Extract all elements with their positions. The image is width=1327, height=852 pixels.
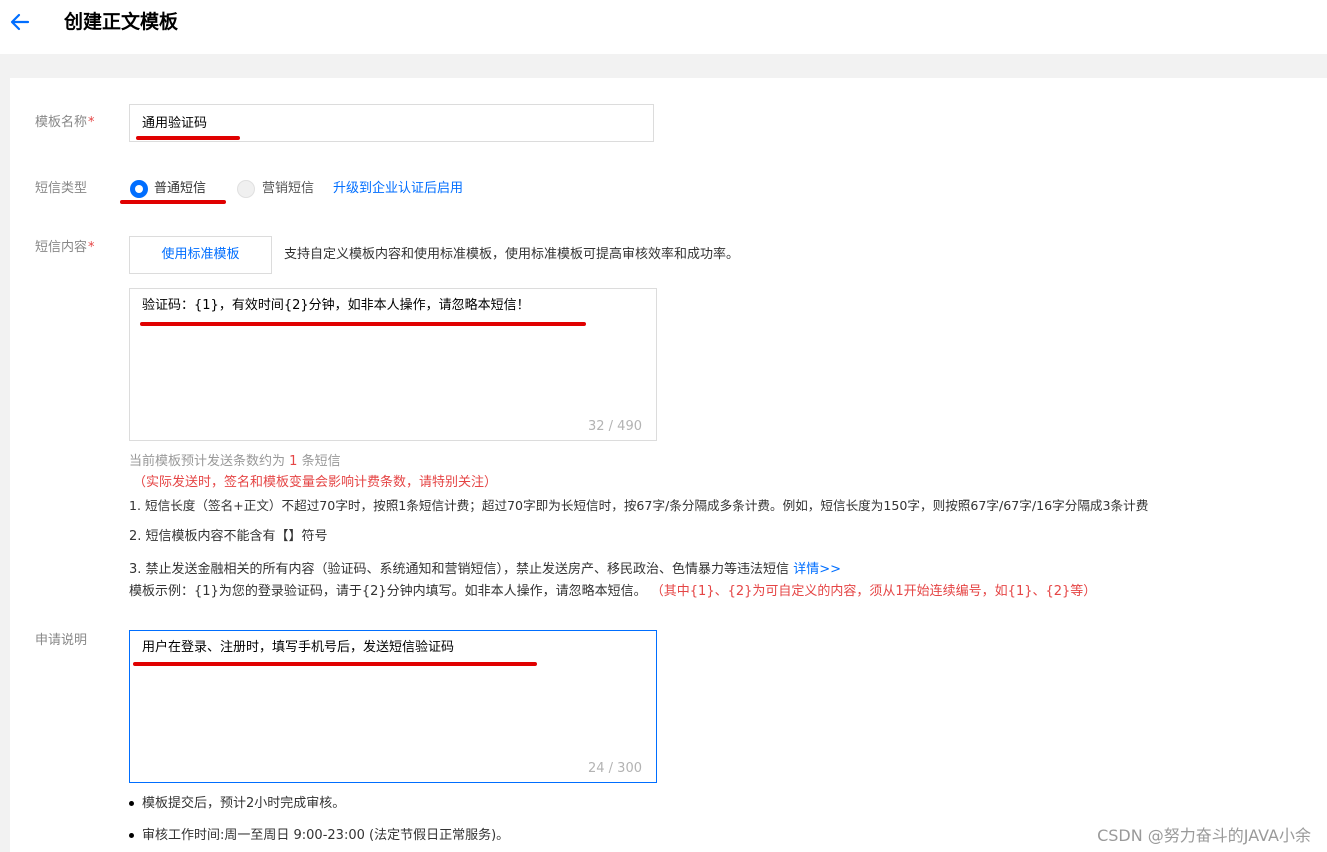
top-bar: 创建正文模板 — [0, 0, 1327, 54]
rule-3-details-link[interactable]: 详情>> — [793, 562, 841, 577]
annotation-underline — [120, 200, 226, 204]
note-working-hours: 审核工作时间:周一至周日 9:00-23:00 (法定节假日正常服务)。 — [142, 828, 510, 843]
billing-warning: （实际发送时，签名和模板变量会影响计费条数，请特别关注） — [133, 475, 498, 490]
send-estimate: 当前模板预计发送条数约为 1 条短信 — [129, 454, 341, 469]
page-title: 创建正文模板 — [64, 11, 179, 33]
application-note-textarea[interactable]: 用户在登录、注册时，填写手机号后，发送短信验证码 24 / 300 — [129, 630, 657, 783]
upgrade-link[interactable]: 升级到企业认证后启用 — [333, 180, 463, 198]
radio-normal-sms[interactable] — [130, 180, 148, 198]
radio-marketing-sms[interactable] — [237, 180, 255, 198]
template-example-note: （其中{1}、{2}为可自定义的内容，须从1开始连续编号，如{1}、{2}等） — [650, 584, 1097, 599]
rule-1: 1. 短信长度（签名+正文）不超过70字时，按照1条短信计费；超过70字即为长短… — [129, 498, 1149, 513]
radio-marketing-sms-label[interactable]: 营销短信 — [262, 180, 314, 198]
required-mark: * — [88, 115, 95, 130]
sms-content-count: 32 / 490 — [588, 419, 642, 434]
send-estimate-count: 1 — [289, 454, 298, 469]
template-example: 模板示例：{1}为您的登录验证码，请于{2}分钟内填写。如非本人操作，请忽略本短… — [129, 584, 1097, 599]
sms-type-label: 短信类型 — [35, 181, 88, 196]
annotation-underline — [133, 662, 537, 666]
rule-3: 3. 禁止发送金融相关的所有内容（验证码、系统通知和营销短信），禁止发送房产、移… — [129, 562, 841, 577]
annotation-underline — [140, 322, 586, 326]
application-note-value: 用户在登录、注册时，填写手机号后，发送短信验证码 — [142, 640, 455, 655]
sms-content-textarea[interactable]: 验证码：{1}，有效时间{2}分钟，如非本人操作，请忽略本短信！ 32 / 49… — [129, 288, 657, 441]
bullet-dot — [129, 801, 134, 806]
sms-content-value: 验证码：{1}，有效时间{2}分钟，如非本人操作，请忽略本短信！ — [142, 298, 530, 313]
bullet-dot — [129, 833, 134, 838]
template-name-value: 通用验证码 — [142, 116, 208, 131]
radio-normal-sms-label[interactable]: 普通短信 — [154, 180, 206, 198]
content-hint: 支持自定义模板内容和使用标准模板，使用标准模板可提高审核效率和成功率。 — [284, 247, 740, 262]
sms-content-label: 短信内容* — [35, 240, 95, 255]
use-standard-template-button[interactable]: 使用标准模板 — [129, 236, 272, 274]
required-mark: * — [88, 240, 95, 255]
template-name-label: 模板名称* — [35, 115, 95, 130]
back-arrow-icon[interactable] — [8, 10, 32, 34]
application-note-label: 申请说明 — [35, 633, 88, 648]
annotation-underline — [136, 136, 240, 140]
rule-2: 2. 短信模板内容不能含有【】符号 — [129, 529, 328, 544]
note-review-time: 模板提交后，预计2小时完成审核。 — [142, 796, 346, 811]
watermark: CSDN @努力奋斗的JAVA小余 — [1097, 826, 1311, 845]
application-note-count: 24 / 300 — [588, 761, 642, 776]
